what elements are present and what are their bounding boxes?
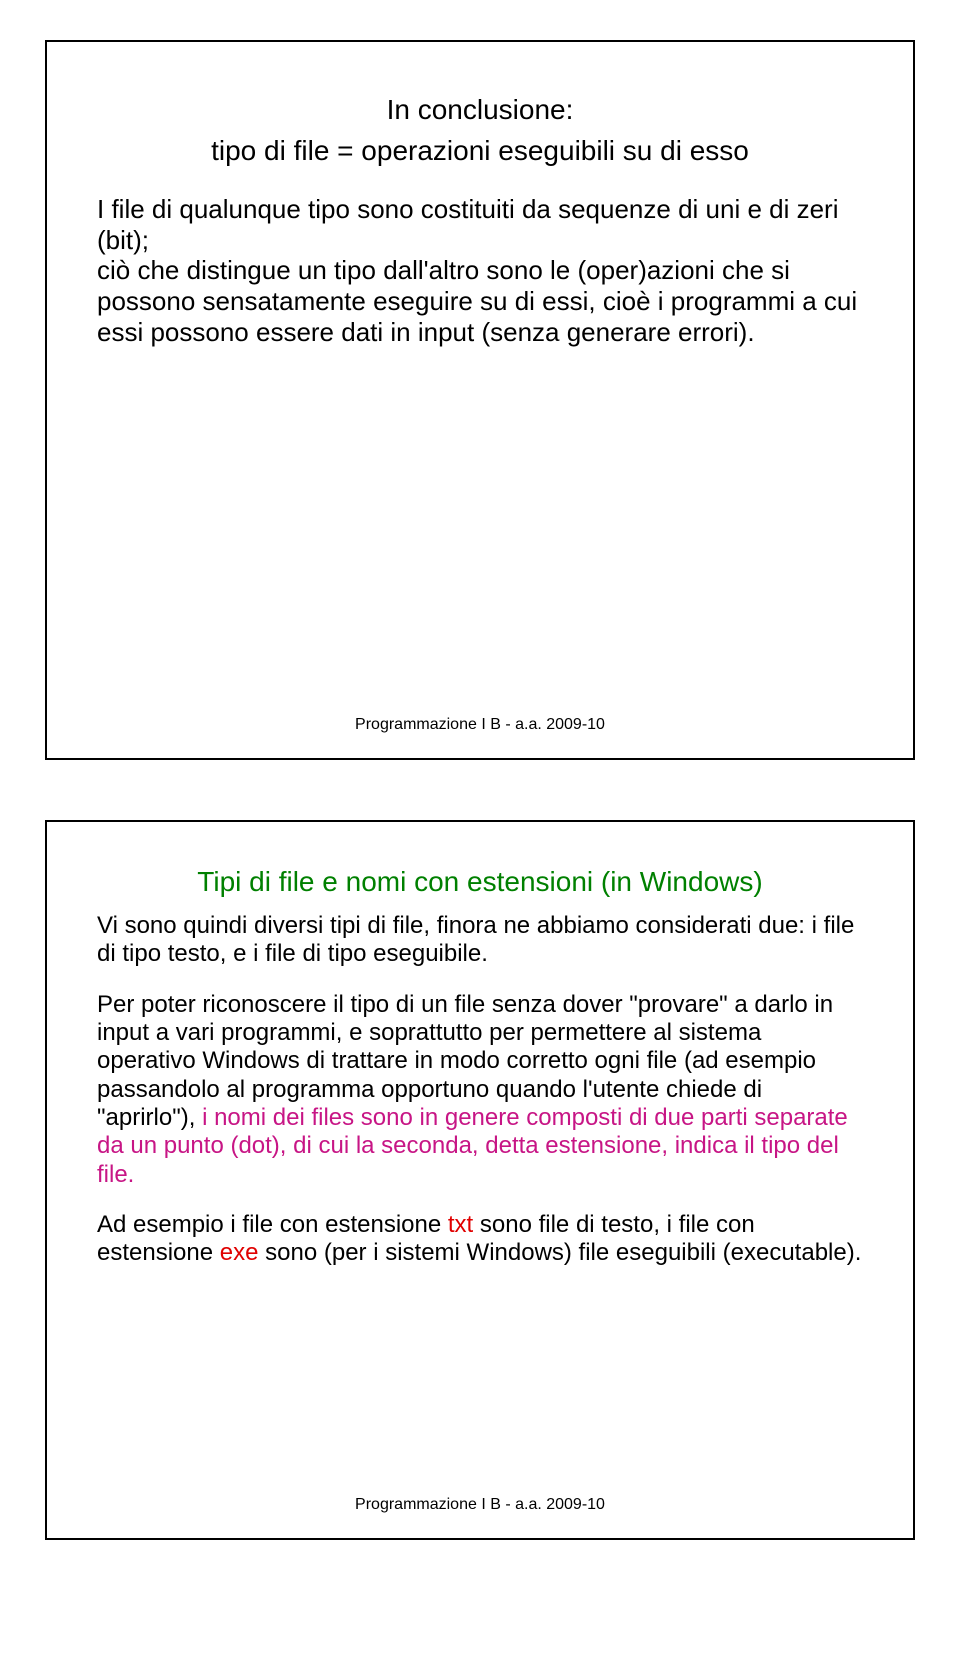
slide2-para3: Ad esempio i file con estensione txt son…: [97, 1211, 863, 1268]
slide2-para3-prefix: Ad esempio i file con estensione: [97, 1211, 448, 1238]
slide2-footer: Programmazione I B - a.a. 2009-10: [97, 1490, 863, 1514]
slide2-para3-suffix: sono (per i sistemi Windows) file esegui…: [258, 1239, 861, 1266]
slide1-body: I file di qualunque tipo sono costituiti…: [97, 194, 863, 347]
slide2-para2-magenta: i nomi dei files sono in genere composti…: [97, 1104, 848, 1188]
slide1-title-line2: tipo di file = operazioni eseguibili su …: [97, 133, 863, 168]
slide-2: Tipi di file e nomi con estensioni (in W…: [45, 820, 915, 1540]
slide2-title: Tipi di file e nomi con estensioni (in W…: [97, 866, 863, 898]
slide1-footer: Programmazione I B - a.a. 2009-10: [97, 710, 863, 734]
slide2-para3-exe: exe: [220, 1239, 259, 1266]
slide2-para2: Per poter riconoscere il tipo di un file…: [97, 991, 863, 1189]
slide-2-content: Tipi di file e nomi con estensioni (in W…: [97, 862, 863, 1490]
page-container: In conclusione: tipo di file = operazion…: [0, 40, 960, 1540]
slide1-title-line1: In conclusione:: [97, 92, 863, 127]
slide-1: In conclusione: tipo di file = operazion…: [45, 40, 915, 760]
slide-1-content: In conclusione: tipo di file = operazion…: [97, 92, 863, 710]
slide2-para3-txt: txt: [448, 1211, 473, 1238]
slide2-para1: Vi sono quindi diversi tipi di file, fin…: [97, 912, 863, 969]
